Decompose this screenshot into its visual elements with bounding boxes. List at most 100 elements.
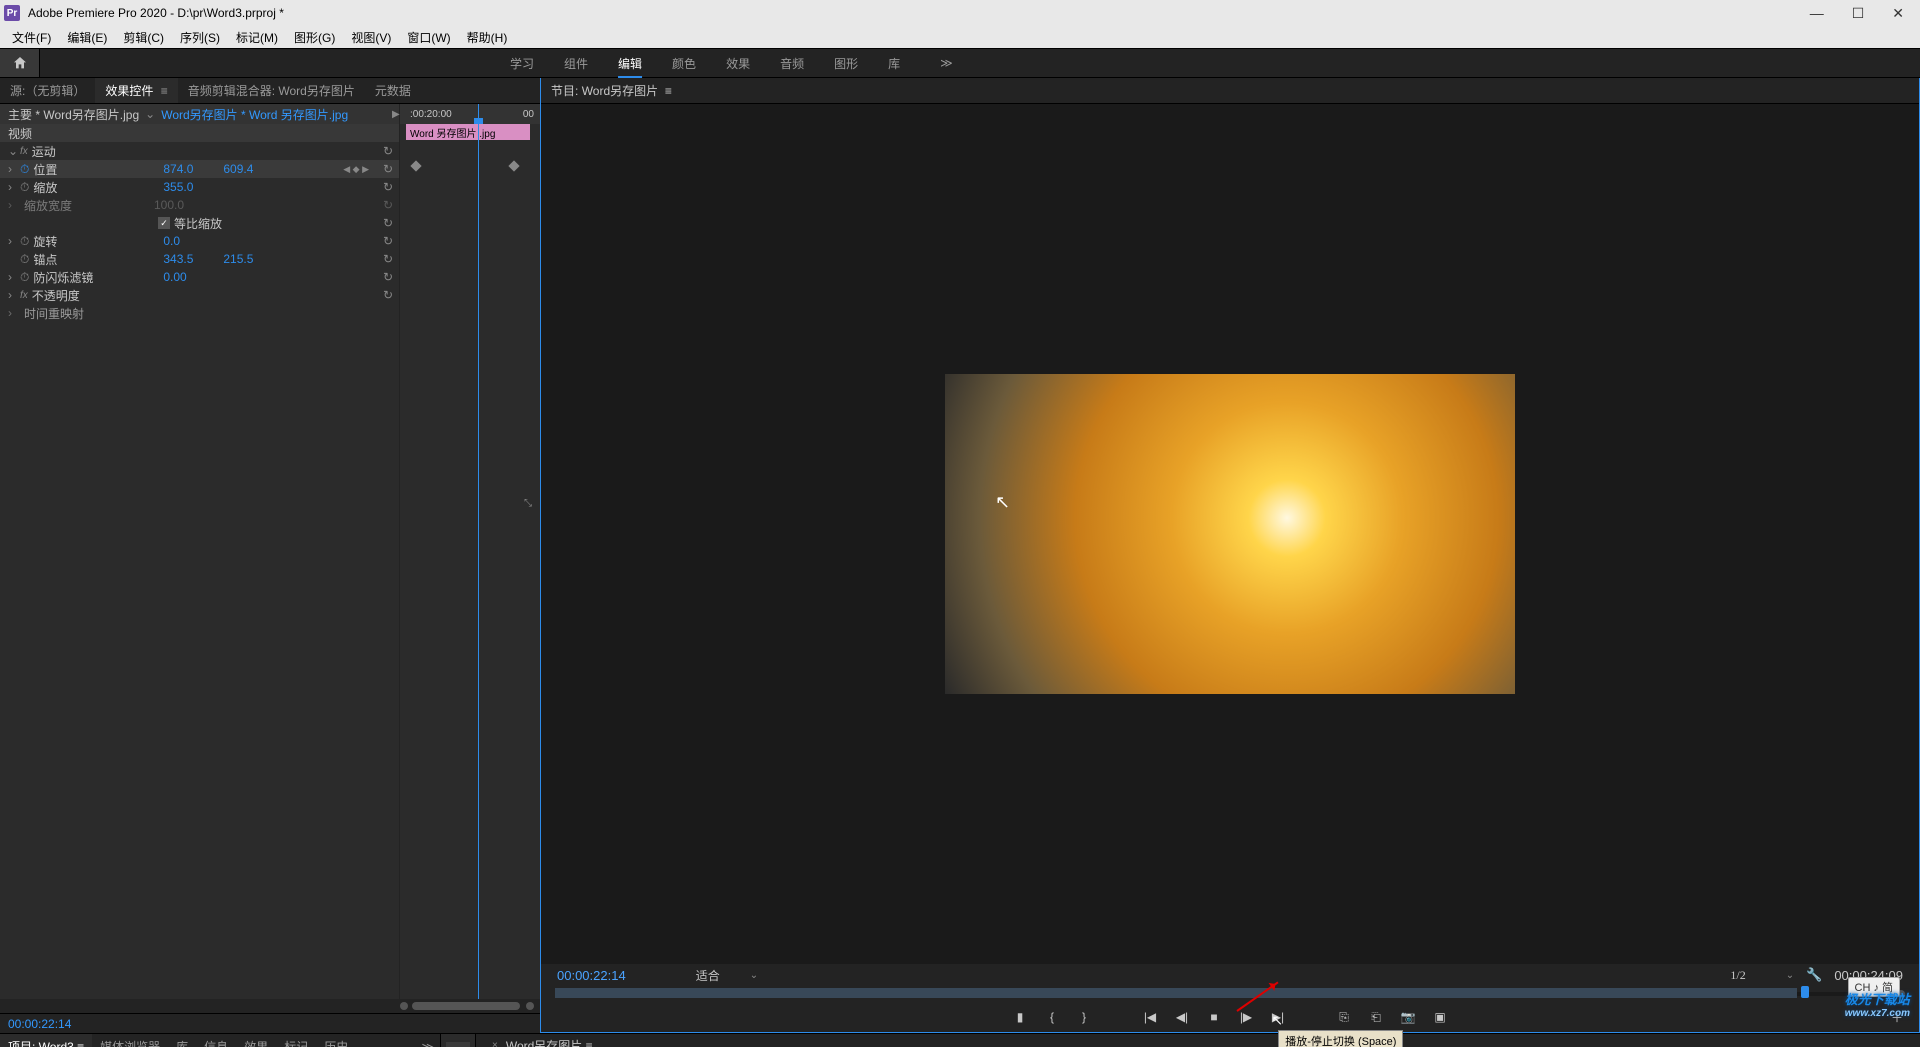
ws-audio[interactable]: 音频 bbox=[780, 55, 804, 72]
effect-controls-panel: 主要 * Word另存图片.jpg ⌄ Word另存图片 * Word 另存图片… bbox=[0, 104, 540, 999]
ws-color[interactable]: 颜色 bbox=[672, 55, 696, 72]
ec-antiflicker-row[interactable]: ›⏱ 防闪烁滤镜 0.00 ↺ bbox=[0, 268, 399, 286]
tabs-overflow[interactable]: ≫ bbox=[421, 1040, 440, 1047]
ws-graphics[interactable]: 图形 bbox=[834, 55, 858, 72]
tab-project[interactable]: 项目: Word3 ≡ bbox=[0, 1034, 92, 1047]
timeline-panel: × Word另存图片 ≡ 00:00:22:15 ⊕ ∩ ⧉ ◆ 🔧 00:00… bbox=[476, 1034, 1920, 1047]
tab-markers[interactable]: 标记 bbox=[276, 1034, 316, 1047]
ec-timeremap-group[interactable]: › 时间重映射 bbox=[0, 304, 399, 322]
step-back-icon[interactable]: ◀| bbox=[1173, 1008, 1191, 1026]
menu-clip[interactable]: 剪辑(C) bbox=[115, 29, 172, 46]
lift-icon[interactable]: ⎘ bbox=[1335, 1008, 1353, 1026]
program-transport: ▮ { } |◀ ◀| ■ |▶ ▶| ⎘ ⎗ 📷 ▣ ＋ ↖ 播放-停止切换 … bbox=[541, 1002, 1919, 1032]
reset-icon[interactable]: ↺ bbox=[383, 288, 393, 302]
keyframe-nav[interactable]: ◀ ◆ ▶ bbox=[343, 164, 369, 175]
compare-icon[interactable]: ▣ bbox=[1431, 1008, 1449, 1026]
app-icon: Pr bbox=[4, 5, 20, 21]
program-scrub-bar[interactable] bbox=[555, 986, 1905, 1002]
ec-seq-crumb[interactable]: Word另存图片 * Word 另存图片.jpg bbox=[161, 106, 348, 123]
ws-effects[interactable]: 效果 bbox=[726, 55, 750, 72]
ec-uniform-row[interactable]: ✓ 等比缩放 ↺ bbox=[0, 214, 399, 232]
ec-rotation-row[interactable]: ›⏱ 旋转 0.0 ↺ bbox=[0, 232, 399, 250]
menu-sequence[interactable]: 序列(S) bbox=[172, 29, 228, 46]
ec-video-section: 视频 bbox=[0, 124, 399, 142]
menu-help[interactable]: 帮助(H) bbox=[459, 29, 516, 46]
ws-library[interactable]: 库 bbox=[888, 55, 900, 72]
tab-source[interactable]: 源:（无剪辑） bbox=[0, 78, 95, 103]
fit-dropdown[interactable]: 适合 bbox=[696, 967, 720, 984]
minimize-button[interactable]: — bbox=[1810, 5, 1824, 22]
ec-anchor-row[interactable]: ⏱ 锚点 343.5 215.5 ↺ bbox=[0, 250, 399, 268]
reset-icon[interactable]: ↺ bbox=[383, 180, 393, 194]
scale-value[interactable]: 355.0 bbox=[163, 180, 223, 194]
rotation-value[interactable]: 0.0 bbox=[163, 234, 223, 248]
menu-view[interactable]: 视图(V) bbox=[343, 29, 399, 46]
camera-icon[interactable]: 📷 bbox=[1399, 1008, 1417, 1026]
add-transport-button[interactable]: ＋ bbox=[1891, 1009, 1903, 1026]
home-button[interactable] bbox=[0, 49, 40, 77]
ec-opacity-group[interactable]: ›fx 不透明度 ↺ bbox=[0, 286, 399, 304]
ec-clip-bar: Word 另存图片 .jpg bbox=[406, 124, 530, 140]
ec-motion-group[interactable]: ⌄fx 运动 ↺ bbox=[0, 142, 399, 160]
uniform-scale-checkbox[interactable]: ✓ bbox=[158, 217, 170, 229]
play-tooltip: 播放-停止切换 (Space) bbox=[1278, 1030, 1403, 1047]
reset-icon[interactable]: ↺ bbox=[383, 270, 393, 284]
ec-mini-timeline[interactable]: ▶:00:20:0000 Word 另存图片 .jpg bbox=[400, 104, 540, 999]
reset-icon[interactable]: ↺ bbox=[383, 216, 393, 230]
marker-icon[interactable]: ▮ bbox=[1011, 1008, 1029, 1026]
play-stop-button[interactable]: ■ bbox=[1205, 1008, 1223, 1026]
keyframe-diamond[interactable] bbox=[508, 160, 519, 171]
out-point-icon[interactable]: } bbox=[1075, 1008, 1093, 1026]
menu-window[interactable]: 窗口(W) bbox=[399, 29, 458, 46]
ec-current-time[interactable]: 00:00:22:14 bbox=[0, 1013, 540, 1033]
program-title: 节目: Word另存图片 ≡ bbox=[551, 82, 672, 99]
reset-icon[interactable]: ↺ bbox=[383, 198, 393, 212]
window-title: Adobe Premiere Pro 2020 - D:\pr\Word3.pr… bbox=[28, 6, 284, 20]
scrub-handle[interactable] bbox=[1801, 986, 1809, 998]
sequence-name[interactable]: Word另存图片 bbox=[506, 1037, 582, 1047]
position-x[interactable]: 874.0 bbox=[163, 162, 223, 176]
menu-file[interactable]: 文件(F) bbox=[4, 29, 59, 46]
menu-edit[interactable]: 编辑(E) bbox=[59, 29, 115, 46]
position-y[interactable]: 609.4 bbox=[223, 162, 283, 176]
anchor-y[interactable]: 215.5 bbox=[223, 252, 283, 266]
tab-library[interactable]: 库 bbox=[168, 1034, 196, 1047]
close-button[interactable]: ✕ bbox=[1892, 5, 1904, 22]
close-seq-icon[interactable]: × bbox=[492, 1040, 498, 1047]
menu-graphics[interactable]: 图形(G) bbox=[286, 29, 343, 46]
selection-tool[interactable]: ▸ bbox=[446, 1042, 470, 1047]
menu-marker[interactable]: 标记(M) bbox=[228, 29, 286, 46]
ws-learn[interactable]: 学习 bbox=[510, 55, 534, 72]
reset-icon[interactable]: ↺ bbox=[383, 252, 393, 266]
maximize-button[interactable]: ☐ bbox=[1852, 5, 1865, 22]
tab-metadata[interactable]: 元数据 bbox=[365, 78, 421, 103]
ec-position-row[interactable]: ›⏱ 位置 874.0 609.4 ◀ ◆ ▶ ↺ bbox=[0, 160, 399, 178]
program-tc-right: 00:00:24:09 bbox=[1834, 968, 1903, 983]
extract-icon[interactable]: ⎗ bbox=[1367, 1008, 1385, 1026]
tab-effect-controls[interactable]: 效果控件 ≡ bbox=[95, 78, 177, 103]
keyframe-diamond[interactable] bbox=[410, 160, 421, 171]
ws-overflow[interactable]: ≫ bbox=[940, 56, 953, 70]
reset-icon[interactable]: ↺ bbox=[383, 234, 393, 248]
ws-edit[interactable]: 编辑 bbox=[618, 55, 642, 72]
anchor-x[interactable]: 343.5 bbox=[163, 252, 223, 266]
tab-info[interactable]: 信息 bbox=[196, 1034, 236, 1047]
step-fwd-icon[interactable]: |▶ bbox=[1237, 1008, 1255, 1026]
tab-effects-panel[interactable]: 效果 bbox=[236, 1034, 276, 1047]
zoom-dropdown[interactable]: 1/2 bbox=[1730, 968, 1745, 983]
program-tc-left[interactable]: 00:00:22:14 bbox=[557, 968, 626, 983]
tab-history[interactable]: 历史 bbox=[316, 1034, 356, 1047]
reset-icon[interactable]: ↺ bbox=[383, 144, 393, 158]
ec-scale-row[interactable]: ›⏱ 缩放 355.0 ↺ bbox=[0, 178, 399, 196]
tab-audio-mixer[interactable]: 音频剪辑混合器: Word另存图片 bbox=[178, 78, 365, 103]
ec-playhead[interactable] bbox=[478, 104, 479, 999]
ws-assembly[interactable]: 组件 bbox=[564, 55, 588, 72]
program-video-area[interactable]: ↖ bbox=[541, 104, 1919, 964]
tab-media-browser[interactable]: 媒体浏览器 bbox=[92, 1034, 168, 1047]
settings-wrench-icon[interactable]: 🔧 bbox=[1806, 967, 1822, 983]
in-point-icon[interactable]: { bbox=[1043, 1008, 1061, 1026]
reset-icon[interactable]: ↺ bbox=[383, 162, 393, 176]
tools-panel: ▸ ⇥ ⇆ ✂ ⟷ ✎ ✋ T bbox=[440, 1034, 476, 1047]
antiflicker-value[interactable]: 0.00 bbox=[163, 270, 223, 284]
go-in-icon[interactable]: |◀ bbox=[1141, 1008, 1159, 1026]
